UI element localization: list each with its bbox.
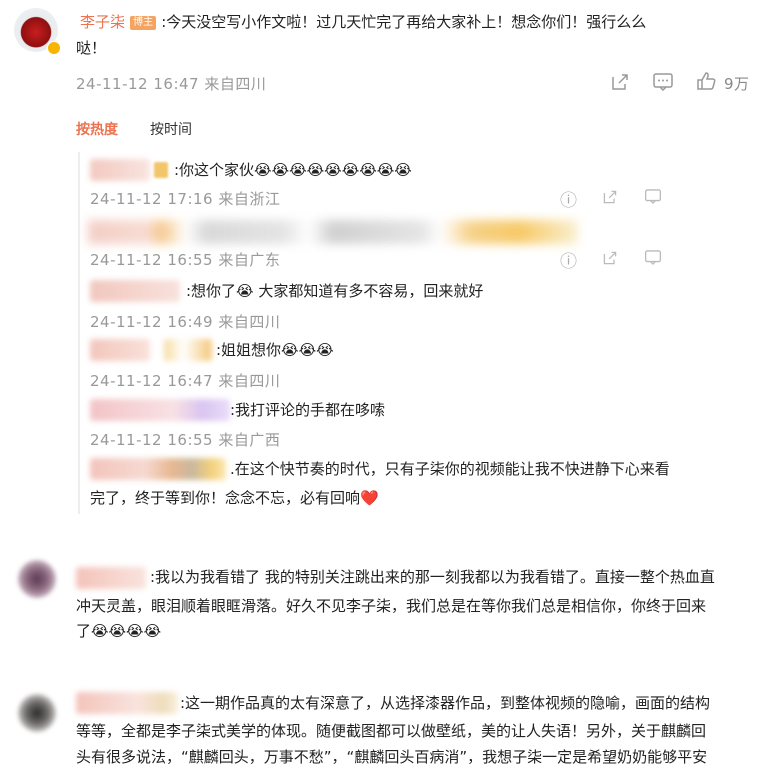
- commenter-avatar[interactable]: [18, 560, 56, 598]
- comment-text-line2: 冲天灵盖，眼泪顺着眼眶滑落。好久不见李子柒，我们总是在等你我们总是相信你，你终于…: [76, 597, 707, 615]
- tab-time[interactable]: 按时间: [150, 119, 192, 139]
- share-icon[interactable]: [602, 250, 618, 266]
- reply-text: :姐姐想你😭😭😭: [216, 341, 334, 359]
- reply-text-blurred: [88, 220, 578, 244]
- reply-username-blurred[interactable]: [90, 280, 180, 302]
- post-text-line1: :今天没空写小作文啦！过几天忙完了再给大家补上！想念你们！强行么么: [161, 13, 647, 31]
- reply-username-blurred[interactable]: [90, 159, 150, 181]
- info-icon[interactable]: ⓘ: [560, 247, 577, 272]
- user-badge-icon: [154, 162, 168, 178]
- tab-hot[interactable]: 按热度: [76, 119, 118, 139]
- info-icon[interactable]: ⓘ: [560, 186, 577, 211]
- post-body: 李子柒 博主 :今天没空写小作文啦！过几天忙完了再给大家补上！想念你们！强行么么: [80, 10, 770, 34]
- comment-icon[interactable]: [652, 72, 674, 92]
- reply-meta: 24-11-12 16:55 来自广东: [90, 251, 281, 269]
- comment-icon[interactable]: [644, 188, 662, 205]
- comment-text-line2: 等等，全都是李子柒式美学的体现。随便截图都可以做壁纸，美的让人失语！另外，关于麒…: [76, 722, 707, 740]
- comment-text-line1: :我以为我看错了 我的特别关注跳出来的那一刻我都以为我看错了。直接一整个热血直: [150, 568, 715, 586]
- reply-meta: 24-11-12 16:49 来自四川: [90, 313, 281, 331]
- commenter-avatar[interactable]: [18, 694, 56, 732]
- reply-text: :你这个家伙😭😭😭😭😭😭😭😭😭: [174, 161, 412, 179]
- share-icon[interactable]: [610, 72, 630, 92]
- reply-username-blurred: [164, 339, 212, 361]
- blogger-badge: 博主: [130, 16, 157, 30]
- reply-username-blurred[interactable]: [90, 399, 230, 421]
- like-count: 9万: [724, 75, 750, 93]
- share-icon[interactable]: [602, 189, 618, 205]
- reply-text: :我打评论的手都在哆嗦: [230, 401, 386, 419]
- like-icon[interactable]: [696, 71, 716, 91]
- comment-icon[interactable]: [644, 249, 662, 266]
- reply-username-blurred[interactable]: [90, 458, 226, 480]
- commenter-name-blurred[interactable]: [76, 567, 146, 589]
- reply-meta: 24-11-12 16:55 来自广西: [90, 431, 281, 449]
- author-name[interactable]: 李子柒: [80, 13, 125, 31]
- reply-text-line2: 完了，终于等到你！念念不忘，必有回响❤️: [90, 489, 379, 507]
- reply-meta: 24-11-12 16:47 来自四川: [90, 372, 281, 390]
- verified-badge-icon: [47, 41, 61, 55]
- reply-username-blurred[interactable]: [90, 339, 150, 361]
- post-text-line2: 哒！: [76, 39, 107, 57]
- comment-text-line3: 了😭😭😭😭: [76, 622, 162, 640]
- reply-meta: 24-11-12 17:16 来自浙江: [90, 190, 281, 208]
- commenter-name-blurred[interactable]: [76, 692, 178, 714]
- comment-text-line3: 头有很多说法，“麒麟回头，万事不愁”，“麒麟回头百病消”，我想子柒一定是希望奶奶…: [76, 748, 708, 766]
- comment-text-line1: :这一期作品真的太有深意了，从选择漆器作品，到整体视频的隐喻，画面的结构: [180, 694, 711, 712]
- reply-text: .在这个快节奏的时代，只有子柒你的视频能让我不快进静下心来看: [230, 460, 670, 478]
- reply-text: :想你了😭 大家都知道有多不容易，回来就好: [186, 282, 484, 300]
- post-meta: 24-11-12 16:47 来自四川: [76, 75, 267, 93]
